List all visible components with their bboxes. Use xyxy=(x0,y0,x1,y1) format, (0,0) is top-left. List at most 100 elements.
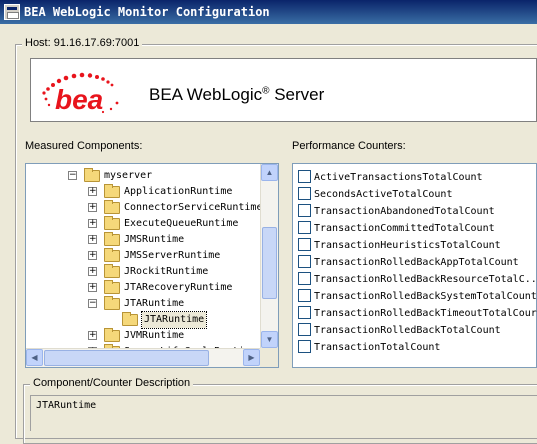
scroll-left-arrow-icon[interactable]: ◀ xyxy=(26,349,43,366)
bea-brand-text: BEA WebLogic® Server xyxy=(149,85,325,104)
counter-item[interactable]: TransactionCommittedTotalCount xyxy=(298,220,495,237)
counter-label: SecondsActiveTotalCount xyxy=(314,189,453,200)
collapse-node-icon[interactable]: − xyxy=(88,299,97,308)
description-label: Component/Counter Description xyxy=(30,377,194,389)
counter-label: TransactionRolledBackTotalCount xyxy=(314,325,501,336)
counter-label: TransactionRolledBackAppTotalCount xyxy=(314,257,519,268)
tree-node-label: JRockitRuntime xyxy=(124,266,209,277)
tree-horizontal-scrollbar[interactable]: ◀ ▶ xyxy=(26,348,260,367)
counter-label: TransactionCommittedTotalCount xyxy=(314,223,495,234)
tree-node[interactable]: + JMSRuntime xyxy=(26,232,260,248)
measured-components-label: Measured Components: xyxy=(25,140,143,152)
scroll-corner xyxy=(260,348,278,367)
tree-node-label: JTARuntime xyxy=(124,298,185,309)
counter-item[interactable]: SecondsActiveTotalCount xyxy=(298,186,452,203)
title-bar[interactable]: BEA WebLogic Monitor Configuration xyxy=(0,0,537,24)
tree-node[interactable]: + ApplicationRuntime xyxy=(26,184,260,200)
folder-icon xyxy=(104,232,120,246)
expand-node-icon[interactable]: + xyxy=(88,251,97,260)
tree-node-label: ApplicationRuntime xyxy=(124,186,233,197)
tree-node-label: JMSRuntime xyxy=(124,234,185,245)
tree-node-label: JVMRuntime xyxy=(124,330,185,341)
counter-checkbox[interactable] xyxy=(298,255,311,268)
counter-checkbox[interactable] xyxy=(298,221,311,234)
folder-icon xyxy=(104,248,120,262)
scroll-down-arrow-icon[interactable]: ▼ xyxy=(261,331,278,348)
scroll-up-arrow-icon[interactable]: ▲ xyxy=(261,164,278,181)
app-window-icon xyxy=(4,4,20,20)
counter-item[interactable]: TransactionRolledBackTotalCount xyxy=(298,322,501,339)
expand-node-icon[interactable]: + xyxy=(88,283,97,292)
counter-checkbox[interactable] xyxy=(298,289,311,302)
folder-icon xyxy=(84,168,100,182)
counter-item[interactable]: ActiveTransactionsTotalCount xyxy=(298,169,483,186)
expand-node-icon[interactable]: + xyxy=(88,187,97,196)
counter-label: TransactionRolledBackTimeoutTotalCour xyxy=(314,308,537,319)
expand-node-icon[interactable]: + xyxy=(88,267,97,276)
tree-node-label: myserver xyxy=(104,170,153,181)
bea-logo-text: bea xyxy=(55,84,103,115)
folder-icon xyxy=(122,312,138,326)
counter-label: TransactionRolledBackSystemTotalCount xyxy=(314,291,537,302)
folder-icon xyxy=(104,184,120,198)
tree-node[interactable]: + JMSServerRuntime xyxy=(26,248,260,264)
expand-node-icon[interactable]: + xyxy=(88,203,97,212)
counter-item[interactable]: TransactionRolledBackAppTotalCount xyxy=(298,254,519,271)
folder-icon xyxy=(104,328,120,342)
counter-label: ActiveTransactionsTotalCount xyxy=(314,172,483,183)
expand-node-icon[interactable]: + xyxy=(88,331,97,340)
counter-checkbox[interactable] xyxy=(298,306,311,319)
folder-icon xyxy=(104,280,120,294)
counter-item[interactable]: TransactionRolledBackTimeoutTotalCour xyxy=(298,305,537,322)
bea-logo-icon: bea xyxy=(42,72,119,115)
counter-checkbox[interactable] xyxy=(298,340,311,353)
counter-label: TransactionRolledBackResourceTotalC... xyxy=(314,274,537,285)
folder-icon xyxy=(104,216,120,230)
counter-label: TransactionHeuristicsTotalCount xyxy=(314,240,501,251)
folder-icon xyxy=(104,264,120,278)
performance-counters-label: Performance Counters: xyxy=(292,140,406,152)
tree-node[interactable]: JTARuntime xyxy=(26,311,260,329)
expand-node-icon[interactable]: + xyxy=(88,219,97,228)
counter-item[interactable]: TransactionRolledBackResourceTotalC... xyxy=(298,271,537,288)
counter-item[interactable]: TransactionHeuristicsTotalCount xyxy=(298,237,501,254)
folder-icon xyxy=(104,200,120,214)
counter-checkbox[interactable] xyxy=(298,238,311,251)
counter-checkbox[interactable] xyxy=(298,272,311,285)
tree-node[interactable]: − myserver xyxy=(26,168,260,184)
counter-checkbox[interactable] xyxy=(298,204,311,217)
tree-node[interactable]: + ExecuteQueueRuntime xyxy=(26,216,260,232)
counter-item[interactable]: TransactionTotalCount xyxy=(298,339,440,356)
tree-node[interactable]: + JRockitRuntime xyxy=(26,264,260,280)
description-text: JTARuntime xyxy=(30,395,537,431)
host-label: Host: 91.16.17.69:7001 xyxy=(22,37,143,49)
vertical-scroll-thumb[interactable] xyxy=(262,227,277,299)
counter-label: TransactionTotalCount xyxy=(314,342,441,353)
tree-node-label: ExecuteQueueRuntime xyxy=(124,218,239,229)
counter-item[interactable]: TransactionRolledBackSystemTotalCount xyxy=(298,288,537,305)
counter-label: TransactionAbandonedTotalCount xyxy=(314,206,495,217)
horizontal-scroll-thumb[interactable] xyxy=(44,350,209,366)
collapse-node-icon[interactable]: − xyxy=(68,171,77,180)
tree-node[interactable]: + ConnectorServiceRuntime xyxy=(26,200,260,216)
bea-banner: bea BEA WebLogic® Server xyxy=(30,58,537,122)
tree-viewport[interactable]: − myserver + ApplicationRuntime + ConnectorSe… xyxy=(26,164,260,348)
folder-icon xyxy=(104,296,120,310)
counter-checkbox[interactable] xyxy=(298,187,311,200)
tree-node-label: JTARecoveryRuntime xyxy=(124,282,233,293)
counter-item[interactable]: TransactionAbandonedTotalCount xyxy=(298,203,495,220)
expand-node-icon[interactable]: + xyxy=(88,235,97,244)
tree-node[interactable]: + JTARecoveryRuntime xyxy=(26,280,260,296)
tree-node-label: ConnectorServiceRuntime xyxy=(124,202,260,213)
tree-vertical-scrollbar[interactable]: ▲ ▼ xyxy=(260,164,278,348)
counter-checkbox[interactable] xyxy=(298,170,311,183)
tree-node[interactable]: + JVMRuntime xyxy=(26,328,260,344)
counter-checkbox[interactable] xyxy=(298,323,311,336)
component-tree[interactable]: − myserver + ApplicationRuntime + ConnectorSe… xyxy=(25,163,279,368)
tree-node[interactable]: − JTARuntime xyxy=(26,296,260,312)
scroll-right-arrow-icon[interactable]: ▶ xyxy=(243,349,260,366)
window-title: BEA WebLogic Monitor Configuration xyxy=(24,5,270,19)
tree-node-label: JMSServerRuntime xyxy=(124,250,221,261)
tree-node-label: JTARuntime xyxy=(140,311,208,329)
performance-counter-list[interactable]: ActiveTransactionsTotalCount SecondsActiv… xyxy=(292,163,537,368)
